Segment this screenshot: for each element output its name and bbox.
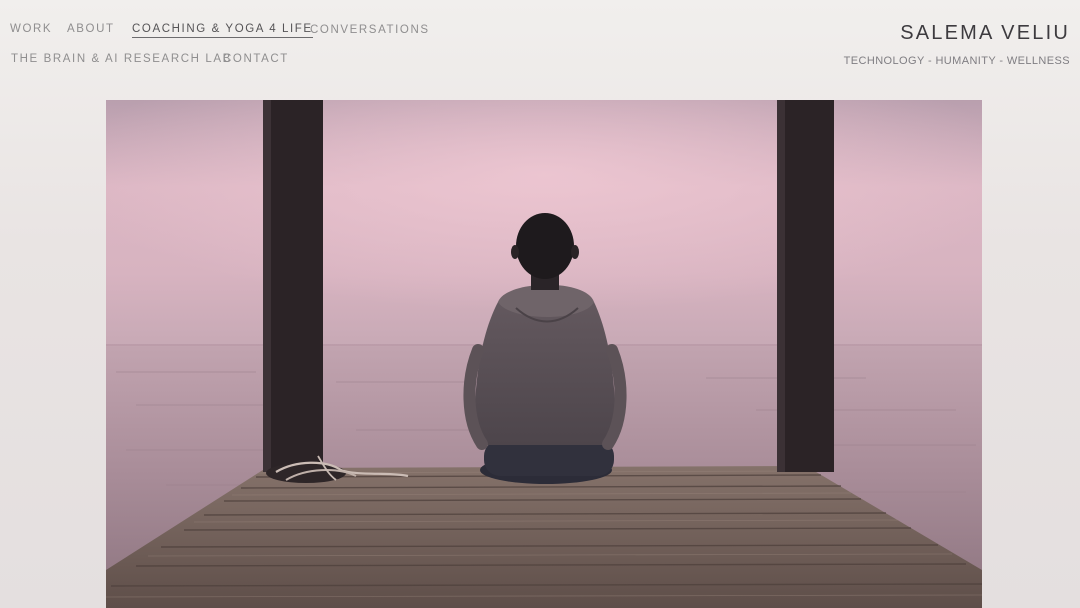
nav-coaching-yoga-link[interactable]: COACHING & YOGA 4 LIFE bbox=[132, 23, 313, 38]
hero-photo-illustration bbox=[106, 100, 982, 608]
nav-contact-link[interactable]: CONTACT bbox=[223, 53, 289, 65]
nav-about-link[interactable]: ABOUT bbox=[67, 23, 115, 35]
nav-work-link[interactable]: WORK bbox=[10, 23, 52, 35]
site-tagline: TECHNOLOGY - HUMANITY - WELLNESS bbox=[843, 55, 1070, 67]
right-dock-post bbox=[777, 100, 834, 472]
page: WORK ABOUT COACHING & YOGA 4 LIFE CONVER… bbox=[0, 0, 1080, 608]
nav-conversations-link[interactable]: CONVERSATIONS bbox=[310, 24, 430, 36]
hero-image[interactable] bbox=[106, 100, 982, 608]
nav-brain-ai-lab-link[interactable]: THE BRAIN & AI RESEARCH LAB bbox=[11, 53, 232, 65]
left-dock-post bbox=[263, 100, 323, 472]
site-title[interactable]: SALEMA VELIU bbox=[900, 22, 1070, 45]
